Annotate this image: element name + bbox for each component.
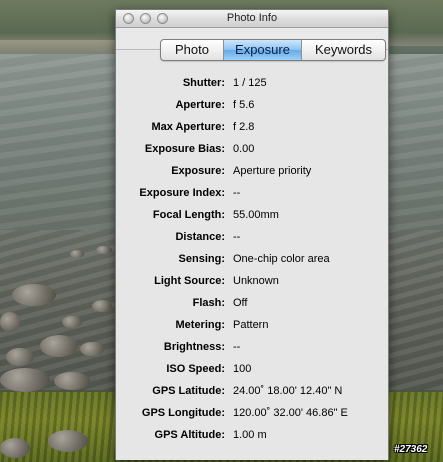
row-gps-altitude: GPS Altitude: 1.00 m	[116, 425, 388, 447]
row-value: Off	[233, 297, 248, 309]
row-value: --	[233, 187, 241, 199]
row-value: 24.00˚ 18.00' 12.40" N	[233, 385, 343, 397]
background-rock	[62, 316, 82, 328]
row-brightness: Brightness: --	[116, 337, 388, 359]
row-value: Pattern	[233, 319, 269, 331]
tab-exposure[interactable]: Exposure	[223, 40, 301, 60]
row-label: Exposure:	[171, 165, 225, 177]
row-iso-speed: ISO Speed: 100	[116, 359, 388, 381]
row-value: Unknown	[233, 275, 279, 287]
row-label: Sensing:	[178, 253, 225, 265]
window-titlebar[interactable]: Photo Info	[116, 10, 388, 28]
background-rock	[96, 246, 112, 254]
row-label: Max Aperture:	[151, 121, 225, 133]
row-label: Exposure Index:	[139, 187, 225, 199]
row-label: Shutter:	[182, 77, 225, 89]
row-label: Light Source:	[154, 275, 225, 287]
row-gps-latitude: GPS Latitude: 24.00˚ 18.00' 12.40" N	[116, 381, 388, 403]
row-flash: Flash: Off	[116, 293, 388, 315]
exposure-panel: Shutter: 1 / 125 Aperture: f 5.6 Max Ape…	[116, 49, 388, 460]
background-rock	[70, 250, 84, 258]
row-label: Exposure Bias:	[144, 143, 225, 155]
background-rock	[0, 312, 20, 332]
row-label: ISO Speed:	[166, 363, 225, 375]
background-rock	[0, 368, 50, 392]
row-value: --	[233, 231, 241, 243]
tab-bar: Photo Exposure Keywords	[160, 39, 386, 61]
row-gps-longitude: GPS Longitude: 120.00˚ 32.00' 46.86" E	[116, 403, 388, 425]
row-value: f 5.6	[233, 99, 255, 111]
background-rock	[12, 284, 56, 306]
row-label: GPS Altitude:	[154, 429, 225, 441]
row-label: GPS Longitude:	[141, 407, 225, 419]
row-value: 55.00mm	[233, 209, 279, 221]
row-distance: Distance: --	[116, 227, 388, 249]
row-exposure-index: Exposure Index: --	[116, 183, 388, 205]
row-value: 100	[233, 363, 252, 375]
tab-keywords[interactable]: Keywords	[301, 40, 385, 60]
row-label: Distance:	[175, 231, 225, 243]
row-light-source: Light Source: Unknown	[116, 271, 388, 293]
row-value: f 2.8	[233, 121, 255, 133]
row-label: Aperture:	[175, 99, 225, 111]
row-value: 0.00	[233, 143, 255, 155]
row-focal-length: Focal Length: 55.00mm	[116, 205, 388, 227]
row-shutter: Shutter: 1 / 125	[116, 73, 388, 95]
background-rock	[40, 335, 78, 357]
row-value: 1 / 125	[233, 77, 267, 89]
background-rock	[6, 348, 34, 366]
row-exposure-bias: Exposure Bias: 0.00	[116, 139, 388, 161]
row-label: GPS Latitude:	[152, 385, 225, 397]
row-value: --	[233, 341, 241, 353]
background-rock	[48, 430, 88, 452]
row-max-aperture: Max Aperture: f 2.8	[116, 117, 388, 139]
tab-photo[interactable]: Photo	[161, 40, 223, 60]
row-label: Brightness:	[163, 341, 225, 353]
row-value: One-chip color area	[233, 253, 330, 265]
window-title: Photo Info	[226, 12, 278, 24]
photo-info-window: Photo Info Shutter: 1 / 125 Aperture: f …	[115, 9, 389, 460]
row-sensing: Sensing: One-chip color area	[116, 249, 388, 271]
background-rock	[54, 372, 90, 390]
row-aperture: Aperture: f 5.6	[116, 95, 388, 117]
row-value: 1.00 m	[233, 429, 267, 441]
background-rock	[80, 342, 104, 356]
row-label: Metering:	[175, 319, 226, 331]
background-rock	[0, 438, 30, 458]
row-value: Aperture priority	[233, 165, 312, 177]
row-exposure: Exposure: Aperture priority	[116, 161, 388, 183]
row-value: 120.00˚ 32.00' 46.86" E	[233, 407, 348, 419]
image-id-stamp: #27362	[394, 444, 428, 455]
row-metering: Metering: Pattern	[116, 315, 388, 337]
background-rock	[92, 300, 112, 312]
row-label: Flash:	[192, 297, 225, 309]
row-label: Focal Length:	[152, 209, 225, 221]
background-shore	[0, 40, 130, 54]
